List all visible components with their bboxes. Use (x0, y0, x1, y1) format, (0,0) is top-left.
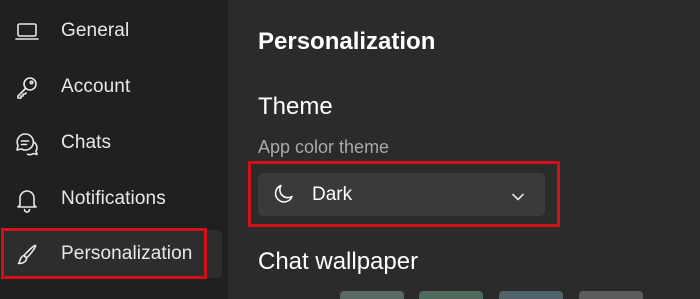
bell-icon (14, 187, 40, 213)
wallpaper-swatch[interactable] (340, 291, 404, 299)
sidebar-item-chats[interactable]: Chats (4, 119, 222, 167)
wallpaper-heading: Chat wallpaper (258, 248, 419, 275)
chevron-down-icon (511, 189, 525, 201)
brush-icon (14, 242, 40, 268)
wallpaper-swatch[interactable] (499, 291, 563, 299)
sidebar-item-label: Chats (61, 132, 112, 153)
settings-content: Personalization Theme App color theme Da… (228, 0, 700, 299)
sidebar-item-personalization[interactable]: Personalization (4, 230, 222, 278)
page-title: Personalization (258, 28, 436, 55)
theme-heading: Theme (258, 93, 333, 120)
settings-sidebar: General Account Chats Notifications Pers… (0, 0, 228, 299)
sidebar-item-label: Personalization (61, 243, 193, 264)
wallpaper-swatch[interactable] (579, 291, 643, 299)
sidebar-item-label: Notifications (61, 188, 166, 209)
moon-icon (273, 183, 295, 205)
theme-dropdown[interactable]: Dark (258, 173, 545, 216)
sidebar-item-account[interactable]: Account (4, 63, 222, 111)
sidebar-item-notifications[interactable]: Notifications (4, 175, 222, 223)
theme-dropdown-value: Dark (312, 183, 353, 205)
chat-bubbles-icon (14, 131, 40, 157)
laptop-icon (14, 19, 40, 45)
sidebar-item-label: General (61, 20, 130, 41)
sidebar-item-label: Account (61, 76, 131, 97)
theme-sub-label: App color theme (258, 137, 390, 157)
sidebar-item-general[interactable]: General (4, 7, 222, 55)
key-icon (14, 75, 40, 101)
wallpaper-swatch[interactable] (419, 291, 483, 299)
